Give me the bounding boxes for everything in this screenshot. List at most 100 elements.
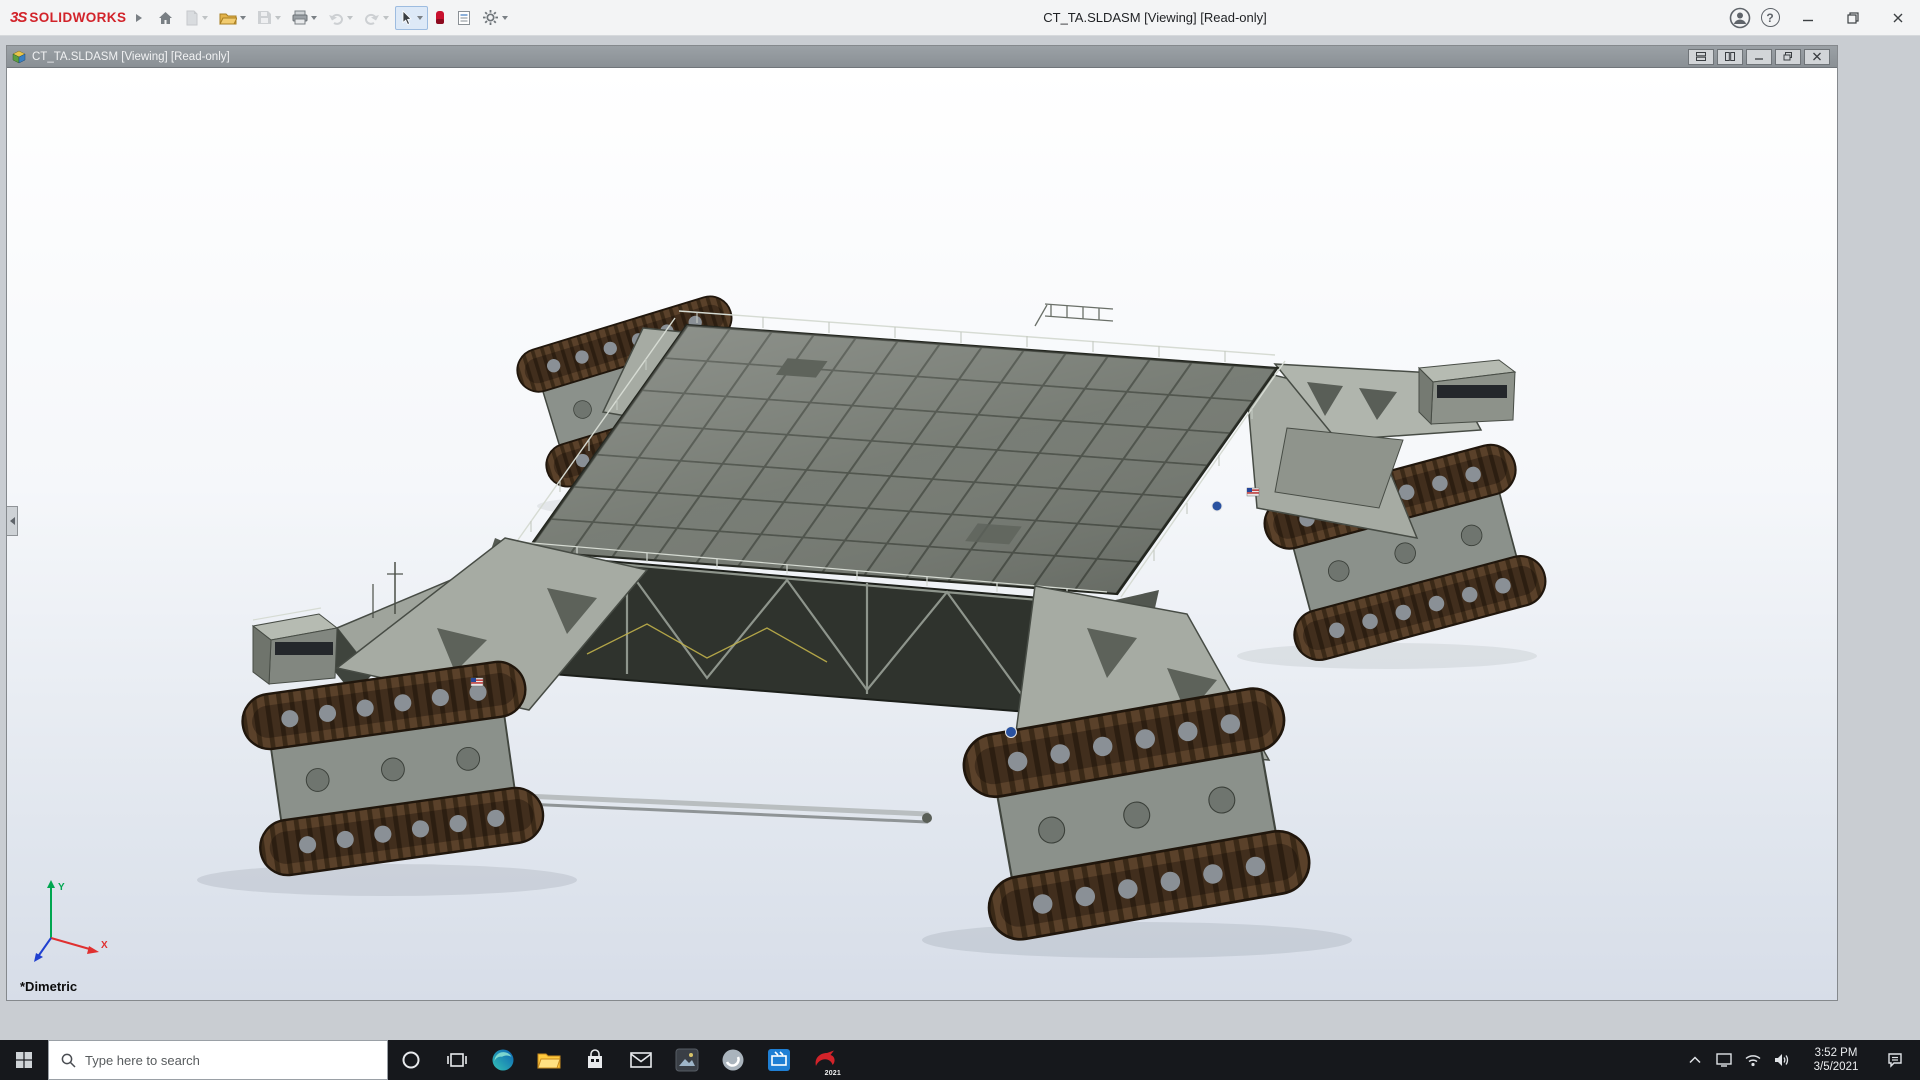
toolbar-flyout-arrow[interactable] (136, 14, 142, 22)
store-button[interactable] (572, 1040, 618, 1080)
print-button[interactable] (287, 6, 322, 29)
file-properties-button[interactable] (452, 6, 476, 30)
taskbar-clock[interactable]: 3:52 PM 3/5/2021 (1796, 1040, 1876, 1080)
dropdown-caret (311, 16, 317, 20)
undo-icon (328, 11, 344, 25)
maximize-button[interactable] (1830, 0, 1875, 35)
doc-minimize-icon (1754, 52, 1764, 61)
new-document-icon (185, 10, 199, 26)
volume-tray-button[interactable] (1767, 1040, 1796, 1080)
file-explorer-icon (537, 1050, 561, 1070)
search-icon (61, 1053, 76, 1068)
solidworks-version-badge: 2021 (825, 1070, 841, 1077)
featuremanager-collapse-tab[interactable] (7, 506, 18, 536)
select-tool-button[interactable] (395, 6, 428, 30)
assembly-document-icon (12, 50, 26, 64)
close-icon (1892, 12, 1904, 24)
pinned-app-blue-icon (767, 1048, 791, 1072)
new-document-button[interactable] (180, 6, 213, 30)
triad-x-label: X (101, 940, 108, 951)
edge-button[interactable] (480, 1040, 526, 1080)
help-icon: ? (1761, 8, 1780, 27)
mail-icon (630, 1052, 652, 1068)
save-button[interactable] (252, 6, 286, 29)
undo-button[interactable] (323, 7, 358, 29)
brand-mark: 3S (10, 9, 26, 26)
chevron-left-icon (10, 517, 15, 525)
dropdown-caret (417, 16, 423, 20)
doc-tile-horizontal-button[interactable] (1688, 49, 1714, 65)
track-unit-front-left (239, 658, 547, 878)
task-view-icon (447, 1051, 467, 1069)
doc-minimize-button[interactable] (1746, 49, 1772, 65)
solidworks-app-icon (812, 1048, 838, 1072)
action-center-button[interactable] (1876, 1040, 1914, 1080)
quick-access-toolbar (152, 5, 513, 30)
track-unit-front-right (959, 684, 1314, 944)
right-cab (1419, 360, 1515, 424)
dropdown-caret (502, 16, 508, 20)
windows-start-icon (16, 1052, 32, 1068)
dropdown-caret (275, 16, 281, 20)
action-center-icon (1887, 1052, 1903, 1068)
dropdown-caret (202, 16, 208, 20)
titlebar-right-controls: ? (1725, 0, 1920, 35)
document-window-buttons (1688, 49, 1830, 65)
workspace: CT_TA.SLDASM [Viewing] [Read-only] (0, 37, 1920, 1040)
app-window-title: CT_TA.SLDASM [Viewing] [Read-only] (590, 10, 1720, 25)
start-button[interactable] (0, 1040, 48, 1080)
mail-button[interactable] (618, 1040, 664, 1080)
crawler-transporter-model (7, 68, 1837, 1000)
solidworks-app-button[interactable]: 2021 (802, 1040, 848, 1080)
minimize-button[interactable] (1785, 0, 1830, 35)
document-title: CT_TA.SLDASM [Viewing] [Read-only] (32, 51, 230, 63)
marketplace-red-icon (434, 10, 446, 25)
photos-button[interactable] (664, 1040, 710, 1080)
account-button[interactable] (1725, 3, 1755, 33)
options-button[interactable] (477, 5, 513, 30)
tray-wifi-icon (1745, 1054, 1761, 1067)
edge-icon (491, 1048, 515, 1072)
graphics-viewport[interactable]: Y X *Dimetric (7, 68, 1837, 1000)
clock-time: 3:52 PM (1815, 1046, 1858, 1060)
task-view-button[interactable] (434, 1040, 480, 1080)
document-window: CT_TA.SLDASM [Viewing] [Read-only] (6, 45, 1838, 1001)
minimize-icon (1802, 12, 1814, 24)
photos-icon (675, 1048, 699, 1072)
document-titlebar[interactable]: CT_TA.SLDASM [Viewing] [Read-only] (7, 46, 1837, 68)
cortana-button[interactable] (388, 1040, 434, 1080)
file-explorer-button[interactable] (526, 1040, 572, 1080)
dropdown-caret (240, 16, 246, 20)
doc-restore-icon (1783, 52, 1793, 61)
network-tray-button[interactable] (1738, 1040, 1767, 1080)
windows-taskbar: 2021 3:52 PM 3/5/2021 (0, 1040, 1920, 1080)
pinned-app-gray-button[interactable] (710, 1040, 756, 1080)
pinned-app-blue-button[interactable] (756, 1040, 802, 1080)
tray-volume-icon (1774, 1053, 1790, 1067)
options-gear-icon (482, 9, 499, 26)
open-button[interactable] (214, 7, 251, 29)
doc-restore-button[interactable] (1775, 49, 1801, 65)
hidden-icons-button[interactable] (1680, 1040, 1709, 1080)
home-button[interactable] (152, 6, 179, 30)
brand-name: SOLIDWORKS (29, 10, 126, 25)
help-button[interactable]: ? (1755, 3, 1785, 33)
marketplace-button[interactable] (429, 6, 451, 29)
redo-button[interactable] (359, 7, 394, 29)
search-input[interactable] (85, 1053, 375, 1068)
display-tray-button[interactable] (1709, 1040, 1738, 1080)
save-icon (257, 10, 272, 25)
system-tray: 3:52 PM 3/5/2021 (1680, 1040, 1920, 1080)
view-orientation-label: *Dimetric (20, 979, 77, 994)
clock-date: 3/5/2021 (1814, 1060, 1859, 1074)
close-button[interactable] (1875, 0, 1920, 35)
dropdown-caret (347, 16, 353, 20)
taskbar-search[interactable] (48, 1040, 388, 1080)
doc-tile-vertical-button[interactable] (1717, 49, 1743, 65)
doc-close-button[interactable] (1804, 49, 1830, 65)
rear-walkway (1035, 304, 1113, 326)
tile-vertical-icon (1725, 52, 1735, 61)
store-icon (584, 1049, 606, 1071)
restore-icon (1847, 12, 1859, 24)
pinned-app-gray-icon (721, 1048, 745, 1072)
